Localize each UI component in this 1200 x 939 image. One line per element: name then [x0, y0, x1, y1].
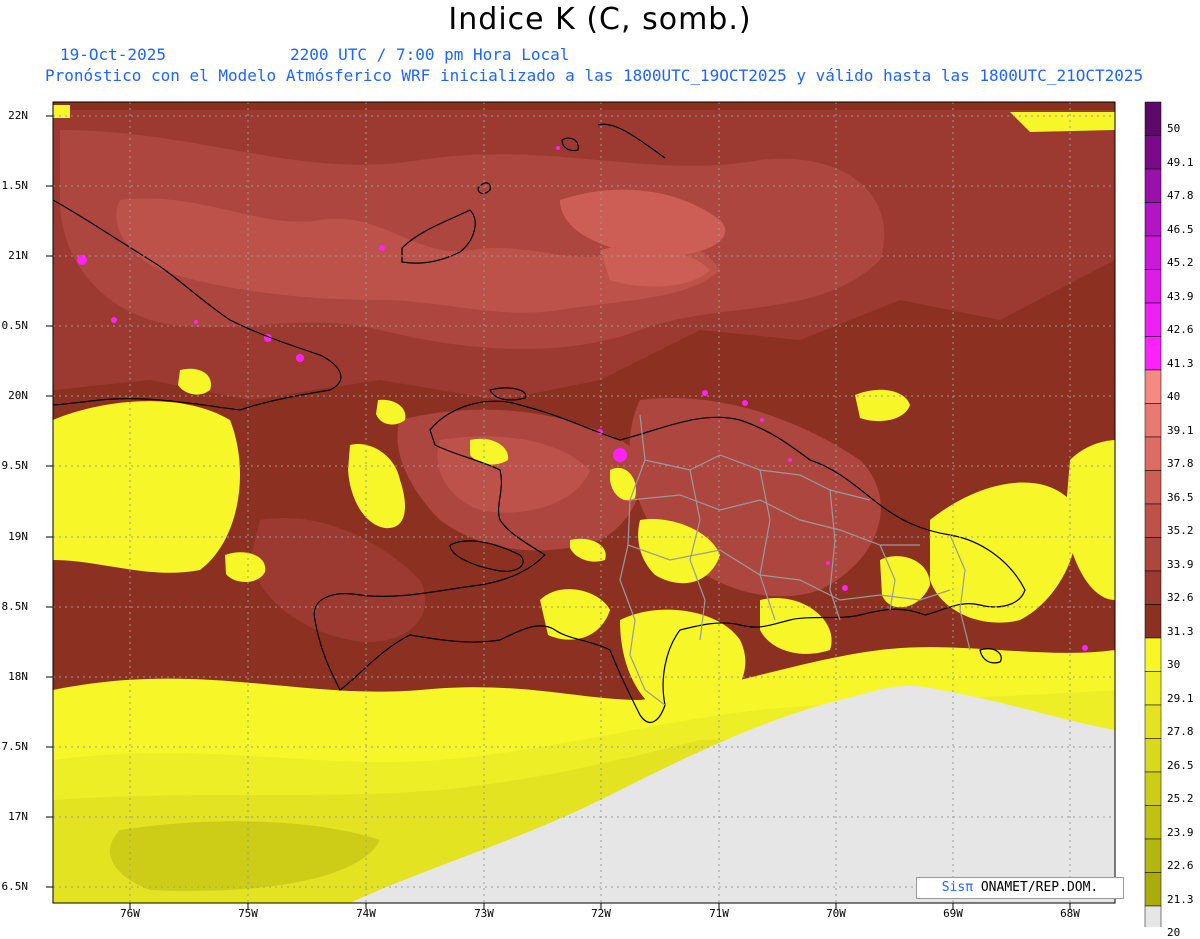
lat-label: 20N — [8, 389, 28, 402]
colorbar-label: 45.2 — [1167, 256, 1194, 269]
colorbar-swatch — [1144, 336, 1162, 371]
colorbar-swatch — [1144, 235, 1162, 270]
lat-label: 1.5N — [1, 179, 29, 192]
lat-label: 19N — [8, 530, 28, 543]
lon-label: 73W — [474, 907, 494, 920]
credit-box: Sisπ ONAMET/REP.DOM. — [916, 877, 1124, 899]
colorbar-label: 22.6 — [1167, 859, 1194, 872]
lat-label: 0.5N — [1, 319, 29, 332]
colorbar-label: 42.6 — [1167, 323, 1194, 336]
sis-logo: Sisπ — [941, 880, 974, 895]
colorbar-label: 21.3 — [1167, 892, 1194, 906]
lat-label: 9.5N — [1, 459, 29, 472]
lon-label: 68W — [1060, 907, 1080, 920]
colorbar-label: 46.5 — [1167, 222, 1194, 236]
colorbar-label: 35.2 — [1167, 524, 1194, 537]
colorbar-label: 30 — [1167, 658, 1181, 671]
lat-label: 21N — [8, 249, 28, 262]
colorbar-label: 26.5 — [1167, 758, 1194, 772]
colorbar-label: 27.8 — [1167, 725, 1194, 738]
colorbar — [1144, 101, 1162, 927]
colorbar-swatch — [1144, 470, 1162, 505]
colorbar-label: 43.9 — [1167, 289, 1194, 303]
lon-label: 70W — [826, 907, 846, 920]
map-canvas — [46, 101, 1162, 927]
lat-label: 18N — [8, 670, 28, 683]
colorbar-swatch — [1144, 604, 1162, 639]
lat-label: 6.5N — [1, 880, 29, 893]
colorbar-swatch — [1144, 202, 1162, 237]
credit-text: ONAMET/REP.DOM. — [973, 880, 1099, 895]
colorbar-swatch — [1144, 838, 1162, 873]
colorbar-swatch — [1144, 671, 1162, 706]
colorbar-label: 49.1 — [1167, 155, 1194, 169]
colorbar-label: 31.3 — [1167, 624, 1194, 638]
colorbar-swatch — [1144, 135, 1162, 170]
colorbar-label: 23.9 — [1167, 825, 1194, 839]
colorbar-swatch — [1144, 537, 1162, 572]
colorbar-label: 29.1 — [1167, 691, 1194, 705]
colorbar-swatch — [1144, 369, 1162, 404]
colorbar-swatch — [1144, 503, 1162, 538]
lat-label: 7.5N — [1, 740, 29, 753]
colorbar-label: 41.3 — [1167, 356, 1194, 370]
colorbar-label: 50 — [1167, 122, 1181, 135]
colorbar-label: 32.6 — [1167, 591, 1194, 604]
colorbar-swatch — [1144, 269, 1162, 304]
colorbar-swatch — [1144, 637, 1162, 672]
lon-label: 69W — [943, 907, 963, 920]
colorbar-swatch — [1144, 570, 1162, 605]
k-index-field — [53, 102, 1115, 903]
forecast-description: Pronóstico con el Modelo Atmósferico WRF… — [45, 66, 1144, 85]
lon-label: 76W — [120, 907, 140, 920]
colorbar-swatch — [1144, 805, 1162, 840]
lon-label: 71W — [709, 907, 729, 920]
colorbar-swatch — [1144, 738, 1162, 773]
colorbar-swatch — [1144, 771, 1162, 806]
colorbar-label: 47.8 — [1167, 189, 1194, 202]
colorbar-swatch — [1144, 101, 1162, 136]
colorbar-swatch — [1144, 403, 1162, 438]
colorbar-swatch — [1144, 704, 1162, 739]
colorbar-label: 40 — [1167, 390, 1181, 403]
lon-label: 72W — [591, 907, 611, 920]
colorbar-swatch — [1144, 436, 1162, 471]
colorbar-label: 36.5 — [1167, 490, 1194, 504]
colorbar-swatch — [1144, 168, 1162, 203]
colorbar-swatch — [1144, 905, 1162, 927]
colorbar-label: 25.2 — [1167, 792, 1194, 805]
colorbar-label: 20 — [1167, 926, 1181, 939]
colorbar-label: 33.9 — [1167, 557, 1194, 571]
lat-label: 8.5N — [1, 600, 29, 613]
lon-label: 74W — [356, 907, 376, 920]
colorbar-swatch — [1144, 872, 1162, 907]
colorbar-label: 39.1 — [1167, 423, 1194, 437]
map-title: Indice K (C, somb.) — [448, 2, 752, 37]
lat-label: 22N — [8, 109, 28, 122]
forecast-time: 2200 UTC / 7:00 pm Hora Local — [290, 45, 570, 64]
colorbar-label: 37.8 — [1167, 457, 1194, 470]
lon-label: 75W — [238, 907, 258, 920]
lat-label: 17N — [8, 810, 28, 823]
forecast-date: 19-Oct-2025 — [60, 45, 166, 64]
colorbar-swatch — [1144, 302, 1162, 337]
